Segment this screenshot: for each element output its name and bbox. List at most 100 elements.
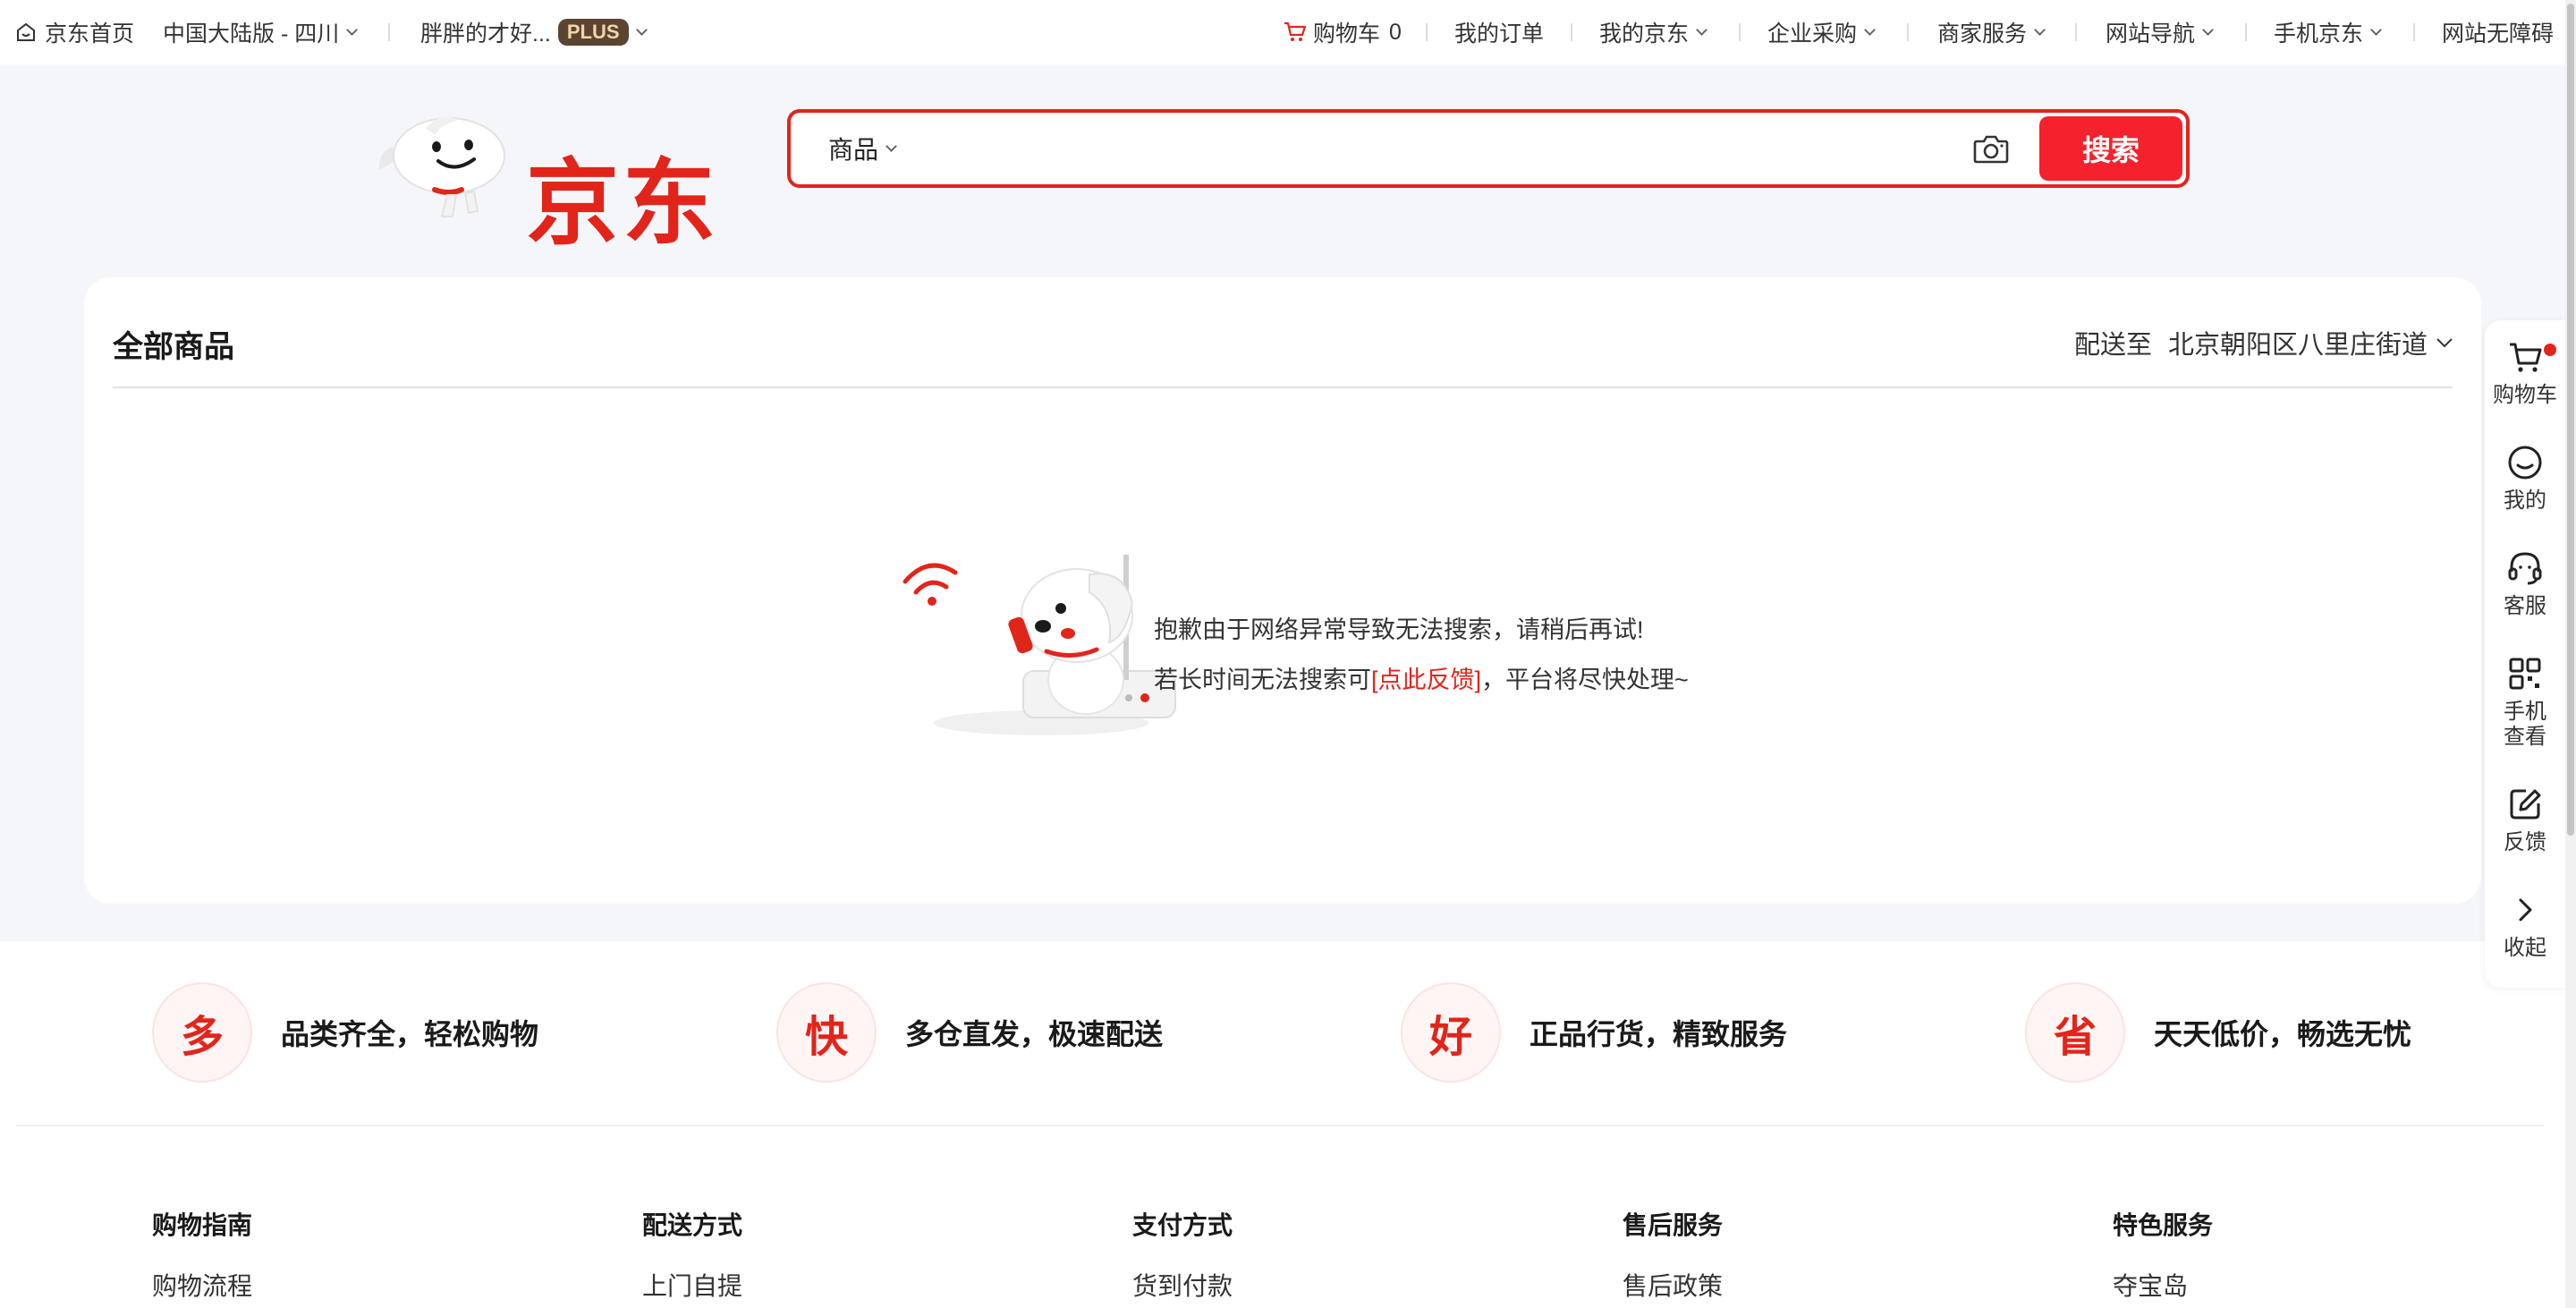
footer-link[interactable]: 上门自提 (642, 1267, 742, 1303)
edit-icon (2510, 789, 2541, 820)
logo-text: 京东 (526, 149, 720, 258)
enterprise-menu[interactable]: 企业采购 (1767, 0, 1876, 64)
separator (2075, 23, 2077, 41)
sidebar-item-label: 收起 (2504, 936, 2546, 960)
feature-item: 多 品类齐全，轻松购物 (152, 982, 538, 1083)
separator (1571, 23, 1572, 41)
footer-column: 特色服务 夺宝岛 (2113, 1206, 2213, 1303)
merchant-menu[interactable]: 商家服务 (1937, 0, 2046, 64)
sidebar-item-label: 手机查看 (2504, 700, 2546, 749)
sidebar-item-service[interactable]: 客服 (2485, 548, 2565, 619)
chevron-right-icon (2519, 898, 2532, 922)
home-link-label: 京东首页 (45, 21, 135, 47)
feedback-link[interactable]: [点此反馈] (1371, 667, 1481, 693)
chevron-down-icon (1696, 23, 1707, 36)
user-menu[interactable]: 胖胖的才好... PLUS (420, 0, 648, 64)
top-nav-bar: 京东首页 中国大陆版 - 四川 胖胖的才好... PLUS 购物车 0 我的订单… (0, 0, 2576, 64)
service-features-band: 多 品类齐全，轻松购物 快 多仓直发，极速配送 好 正品行货，精致服务 省 天天… (0, 941, 2576, 1308)
sidebar-item-collapse[interactable]: 收起 (2485, 889, 2565, 961)
sidebar-item-label: 反馈 (2504, 830, 2546, 854)
error-hint: 若长时间无法搜索可[点此反馈]，平台将尽快处理~ (1154, 660, 1689, 695)
feature-item: 快 多仓直发，极速配送 (776, 982, 1163, 1083)
error-message: 抱歉由于网络异常导致无法搜索，请稍后再试! (1154, 616, 1644, 643)
footer-link[interactable]: 夺宝岛 (2113, 1267, 2213, 1303)
my-jd-label: 我的京东 (1599, 21, 1690, 47)
cart-link[interactable]: 购物车 0 (1283, 0, 1402, 64)
chevron-down-icon (635, 23, 648, 36)
feature-item: 省 天天低价，畅选无忧 (2025, 982, 2411, 1083)
results-card: 全部商品 配送至 北京朝阳区八里庄街道 抱歉由于网络异常导致无法搜索，请稍后再试… (84, 277, 2481, 904)
scrollbar-thumb[interactable] (2567, 4, 2574, 836)
search-button[interactable]: 搜索 (2039, 116, 2182, 181)
notification-dot (2544, 344, 2556, 356)
search-category-select[interactable]: 商品 (828, 113, 897, 184)
my-orders-label: 我的订单 (1454, 21, 1545, 47)
footer-column-title: 售后服务 (1623, 1211, 1724, 1239)
footer-column: 配送方式 上门自提 (642, 1206, 742, 1303)
divider (16, 1125, 2544, 1126)
footer-column-title: 配送方式 (642, 1211, 743, 1239)
footer-link[interactable]: 购物流程 (152, 1267, 252, 1303)
sidebar-item-cart[interactable]: 购物车 (2485, 336, 2565, 408)
enterprise-label: 企业采购 (1767, 21, 1858, 47)
footer-column-title: 特色服务 (2113, 1211, 2214, 1239)
qrcode-icon (2509, 658, 2541, 690)
footer-column-title: 支付方式 (1132, 1211, 1233, 1239)
chevron-down-icon (1864, 23, 1876, 36)
feature-text: 多仓直发，极速配送 (905, 1018, 1164, 1050)
separator (388, 23, 390, 41)
feature-badge: 好 (1401, 982, 1501, 1083)
chevron-down-icon (886, 140, 897, 152)
sidebar-item-label: 客服 (2504, 594, 2546, 618)
footer-column: 售后服务 售后政策 (1623, 1206, 1723, 1303)
deliver-label: 配送至 (2073, 331, 2152, 360)
right-toolbar: 购物车 我的 客服 手机查看 反馈 收起 (2485, 320, 2565, 988)
joy-mascot-icon (378, 116, 505, 217)
my-orders-link[interactable]: 我的订单 (1454, 0, 1544, 64)
plus-badge: PLUS (557, 19, 629, 46)
feature-text: 天天低价，畅选无忧 (2154, 1018, 2412, 1050)
feature-badge: 多 (152, 982, 252, 1083)
sidebar-item-mobile[interactable]: 手机查看 (2485, 653, 2565, 750)
separator (1907, 23, 1909, 41)
sidebar-item-mine[interactable]: 我的 (2485, 442, 2565, 514)
sidebar-item-label: 购物车 (2493, 383, 2557, 407)
chevron-down-icon (2202, 23, 2214, 36)
footer-column: 支付方式 货到付款 (1132, 1206, 1233, 1303)
deliver-address: 北京朝阳区八里庄街道 (2167, 331, 2428, 360)
delivery-address-selector[interactable]: 配送至 北京朝阳区八里庄街道 (2074, 324, 2454, 361)
region-selector[interactable]: 中国大陆版 - 四川 (163, 0, 359, 64)
chevron-down-icon (2436, 338, 2453, 348)
accessibility-label: 网站无障碍 (2442, 21, 2555, 47)
network-error-mascot-icon (902, 555, 1176, 735)
separator (1426, 23, 1428, 41)
camera-icon[interactable] (1971, 131, 2011, 166)
home-icon (17, 22, 35, 41)
site-nav-menu[interactable]: 网站导航 (2106, 0, 2214, 64)
site-nav-label: 网站导航 (2106, 21, 2196, 47)
page-title: 全部商品 (113, 330, 234, 364)
cart-count: 0 (1389, 19, 1402, 45)
separator (1739, 23, 1741, 41)
accessibility-link[interactable]: 网站无障碍 (2442, 0, 2554, 64)
error-hint-suffix: ，平台将尽快处理~ (1481, 667, 1689, 693)
separator (2245, 23, 2247, 41)
my-jd-menu[interactable]: 我的京东 (1599, 0, 1707, 64)
mobile-jd-menu[interactable]: 手机京东 (2274, 0, 2382, 64)
sidebar-item-feedback[interactable]: 反馈 (2485, 784, 2565, 855)
username: 胖胖的才好... (420, 21, 551, 47)
cart-icon (2510, 343, 2542, 372)
chevron-down-icon (346, 23, 359, 36)
search-bar: 商品 搜索 (787, 109, 2190, 188)
footer-link[interactable]: 货到付款 (1132, 1267, 1233, 1303)
page-scrollbar[interactable] (2565, 0, 2576, 1308)
search-input[interactable] (943, 125, 1837, 172)
feature-badge: 快 (776, 982, 877, 1083)
home-link[interactable]: 京东首页 (14, 0, 134, 64)
feature-badge: 省 (2025, 982, 2125, 1083)
region-label: 中国大陆版 - 四川 (163, 21, 340, 47)
separator (2413, 23, 2415, 41)
jd-logo[interactable]: 京东 (376, 107, 724, 258)
footer-link[interactable]: 售后政策 (1623, 1267, 1723, 1303)
chevron-down-icon (2370, 23, 2382, 36)
